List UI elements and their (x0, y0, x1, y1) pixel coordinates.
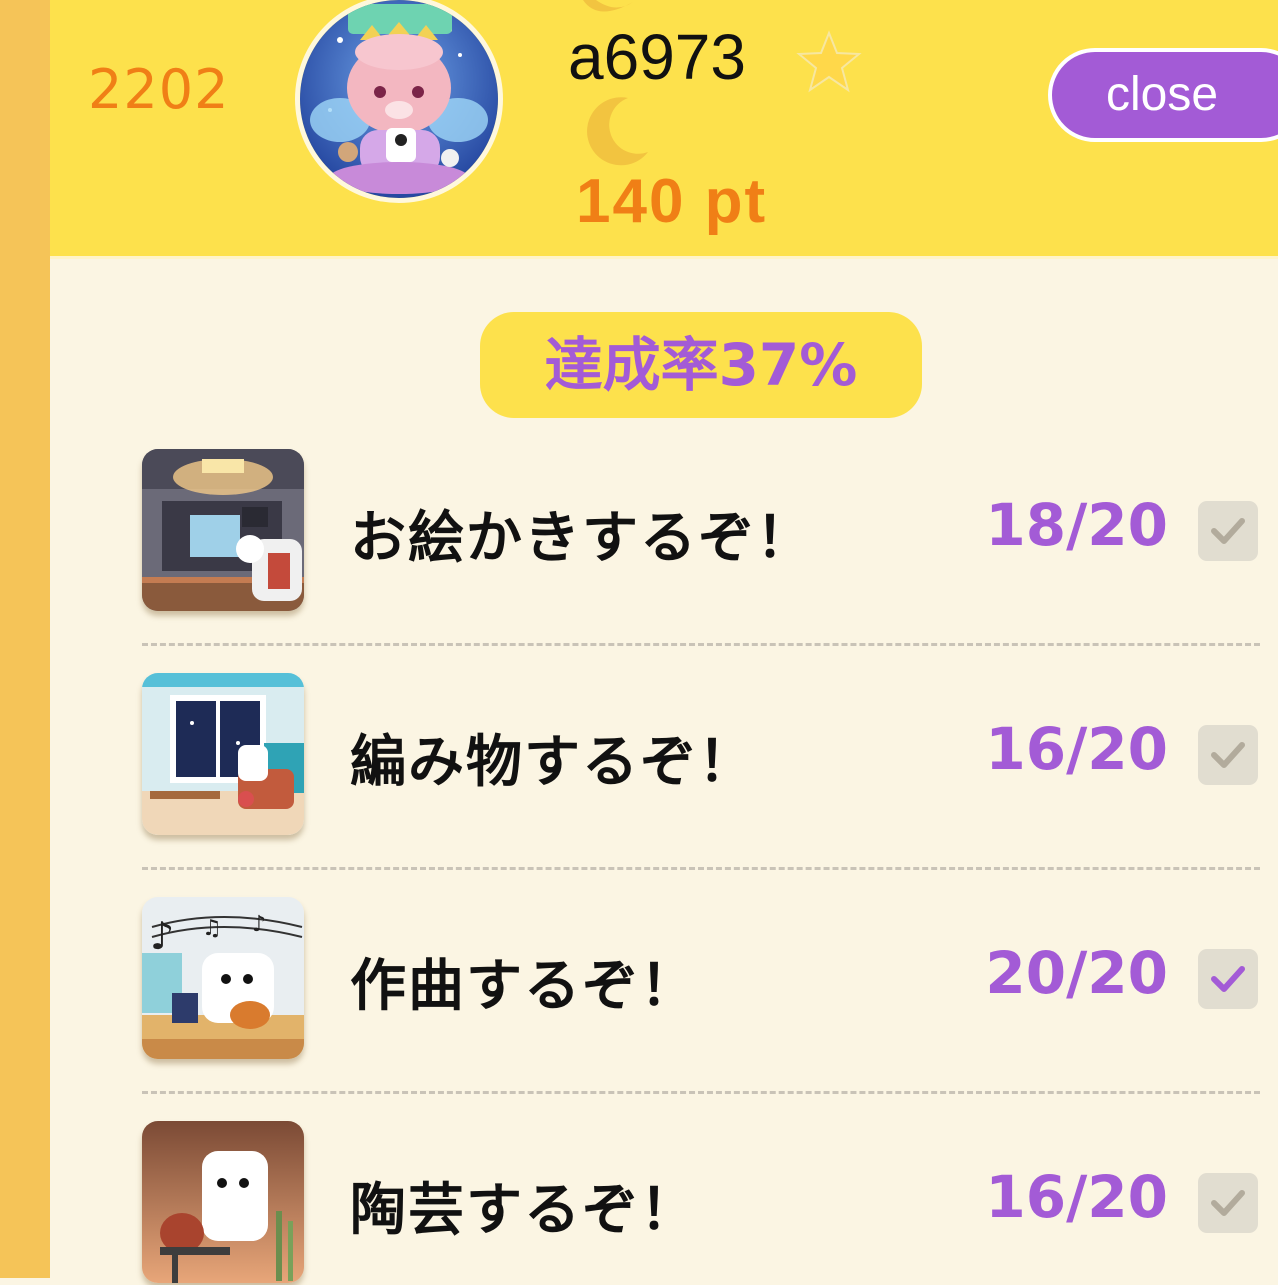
points-value: 140 pt (576, 167, 768, 236)
row-divider (142, 643, 1260, 646)
mission-title: 陶芸するぞ！ (350, 1178, 698, 1243)
mission-row-pottery[interactable]: 陶芸するぞ！ 16/20 (142, 1121, 1278, 1285)
mission-checkbox[interactable] (1198, 725, 1258, 785)
avatar[interactable] (300, 0, 498, 198)
svg-text:♪: ♪ (252, 912, 266, 937)
mission-thumbnail (142, 449, 304, 611)
composing-scene-icon: ♪ ♫ ♪ (142, 897, 304, 1059)
star-icon (796, 30, 862, 93)
rank-number: 2202 (88, 58, 230, 121)
mission-checkbox[interactable] (1198, 501, 1258, 561)
mission-thumbnail (142, 1121, 304, 1283)
mission-title: 作曲するぞ！ (350, 954, 698, 1019)
row-divider (142, 1091, 1260, 1094)
username: a6973 (568, 21, 746, 93)
check-icon (1211, 518, 1245, 544)
check-icon (1211, 742, 1245, 768)
row-divider (142, 867, 1260, 870)
pottery-scene-icon (142, 1121, 304, 1283)
check-icon (1211, 1190, 1245, 1216)
mission-row-composing[interactable]: ♪ ♫ ♪ 作曲するぞ！ 20/20 (142, 897, 1278, 1061)
avatar-icon (300, 0, 498, 198)
svg-text:♪: ♪ (150, 914, 174, 958)
mission-row-drawing[interactable]: お絵かきするぞ！ 18/20 (142, 449, 1278, 613)
mission-thumbnail (142, 673, 304, 835)
mission-checkbox[interactable] (1198, 1173, 1258, 1233)
moon-icon (587, 97, 648, 166)
svg-text:♫: ♫ (202, 916, 222, 941)
mission-progress: 16/20 (985, 1163, 1168, 1231)
moon-icon (583, 0, 633, 12)
mission-progress: 18/20 (985, 491, 1168, 559)
check-icon (1211, 966, 1245, 992)
left-edge-strip (0, 0, 50, 1278)
achievement-rate-badge: 達成率37% (480, 312, 922, 418)
header-divider (50, 256, 1278, 259)
mission-progress: 20/20 (985, 939, 1168, 1007)
mission-checkbox[interactable] (1198, 949, 1258, 1009)
mission-title: 編み物するぞ！ (350, 730, 756, 795)
mission-thumbnail: ♪ ♫ ♪ (142, 897, 304, 1059)
mission-title: お絵かきするぞ！ (350, 506, 814, 571)
mission-progress: 16/20 (985, 715, 1168, 783)
drawing-scene-icon (142, 449, 304, 611)
mission-row-knitting[interactable]: 編み物するぞ！ 16/20 (142, 673, 1278, 837)
knitting-scene-icon (142, 673, 304, 835)
close-button[interactable]: close (1048, 48, 1278, 142)
